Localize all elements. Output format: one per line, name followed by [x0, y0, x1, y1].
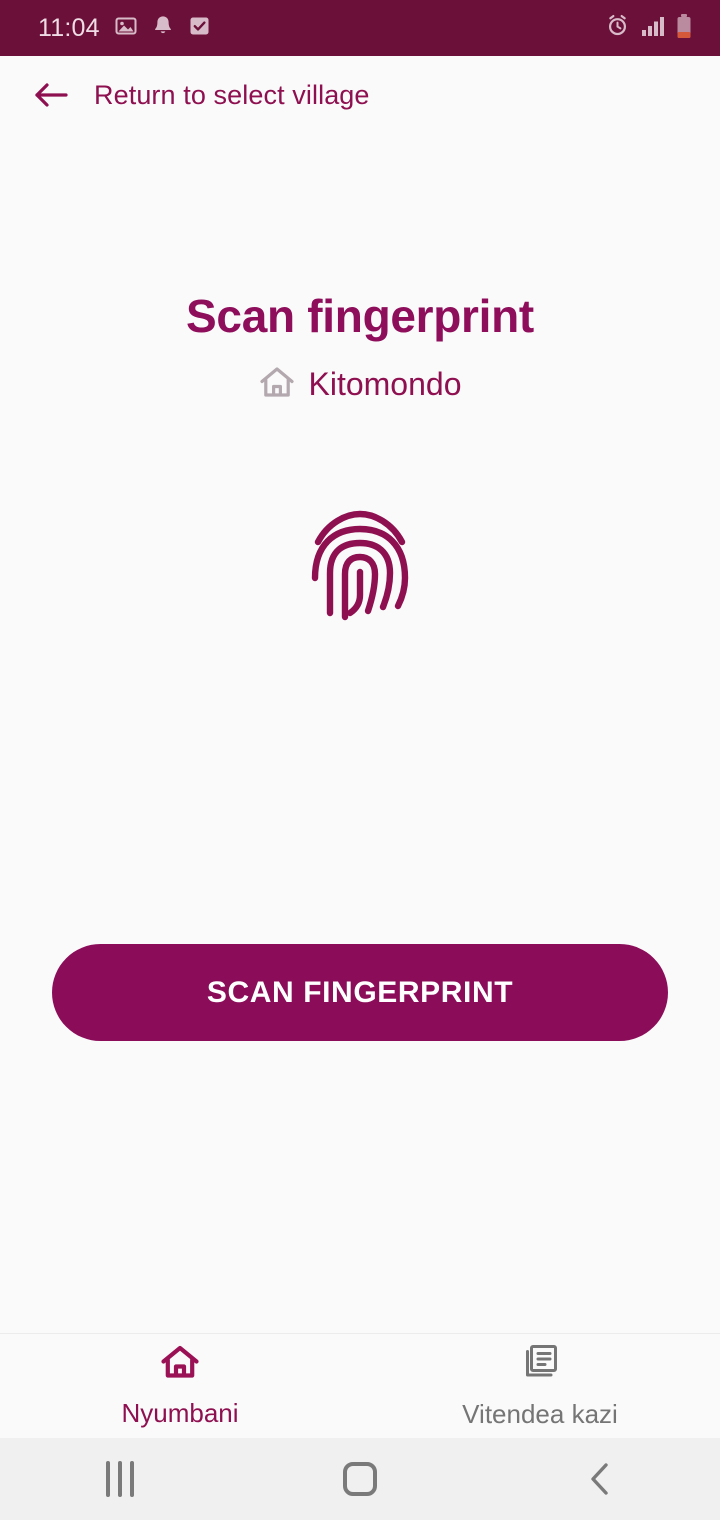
status-bar-right	[605, 13, 692, 44]
fingerprint-icon	[305, 503, 415, 623]
bottom-nav-item-nyumbani[interactable]: Nyumbani	[0, 1334, 360, 1438]
bottom-navigation: Nyumbani Vitendea kazi	[0, 1333, 720, 1438]
system-navigation-bar	[0, 1438, 720, 1520]
image-icon	[114, 14, 138, 43]
status-bar-clock: 11:04	[38, 13, 100, 42]
bottom-nav-label-vitendea-kazi: Vitendea kazi	[462, 1398, 618, 1429]
alarm-icon	[605, 13, 630, 43]
signal-icon	[641, 15, 665, 42]
checkbox-icon	[188, 14, 211, 43]
bell-icon	[152, 14, 174, 43]
arrow-left-icon[interactable]	[32, 79, 70, 111]
home-icon[interactable]	[240, 1438, 480, 1520]
bottom-nav-item-vitendea-kazi[interactable]: Vitendea kazi	[360, 1334, 720, 1438]
village-row: Kitomondo	[259, 365, 462, 404]
back-icon[interactable]	[480, 1438, 720, 1520]
recents-icon[interactable]	[0, 1438, 240, 1520]
village-name: Kitomondo	[308, 366, 462, 402]
status-bar: 11:04	[0, 0, 720, 56]
main-content: Scan fingerprint Kitomondo SCAN FINGERPR…	[0, 134, 720, 1333]
bottom-nav-label-nyumbani: Nyumbani	[121, 1397, 239, 1428]
page-title: Scan fingerprint	[186, 290, 534, 342]
app-bar-title[interactable]: Return to select village	[94, 80, 370, 111]
app-bar: Return to select village	[0, 56, 720, 134]
home-icon	[259, 365, 295, 404]
home-icon	[160, 1344, 200, 1385]
status-bar-left: 11:04	[38, 14, 211, 43]
articles-icon	[520, 1343, 560, 1386]
battery-low-icon	[676, 13, 692, 44]
scan-fingerprint-button[interactable]: SCAN FINGERPRINT	[52, 944, 668, 1041]
phone-screen: 11:04 Return to select village Scan fing…	[0, 0, 720, 1520]
